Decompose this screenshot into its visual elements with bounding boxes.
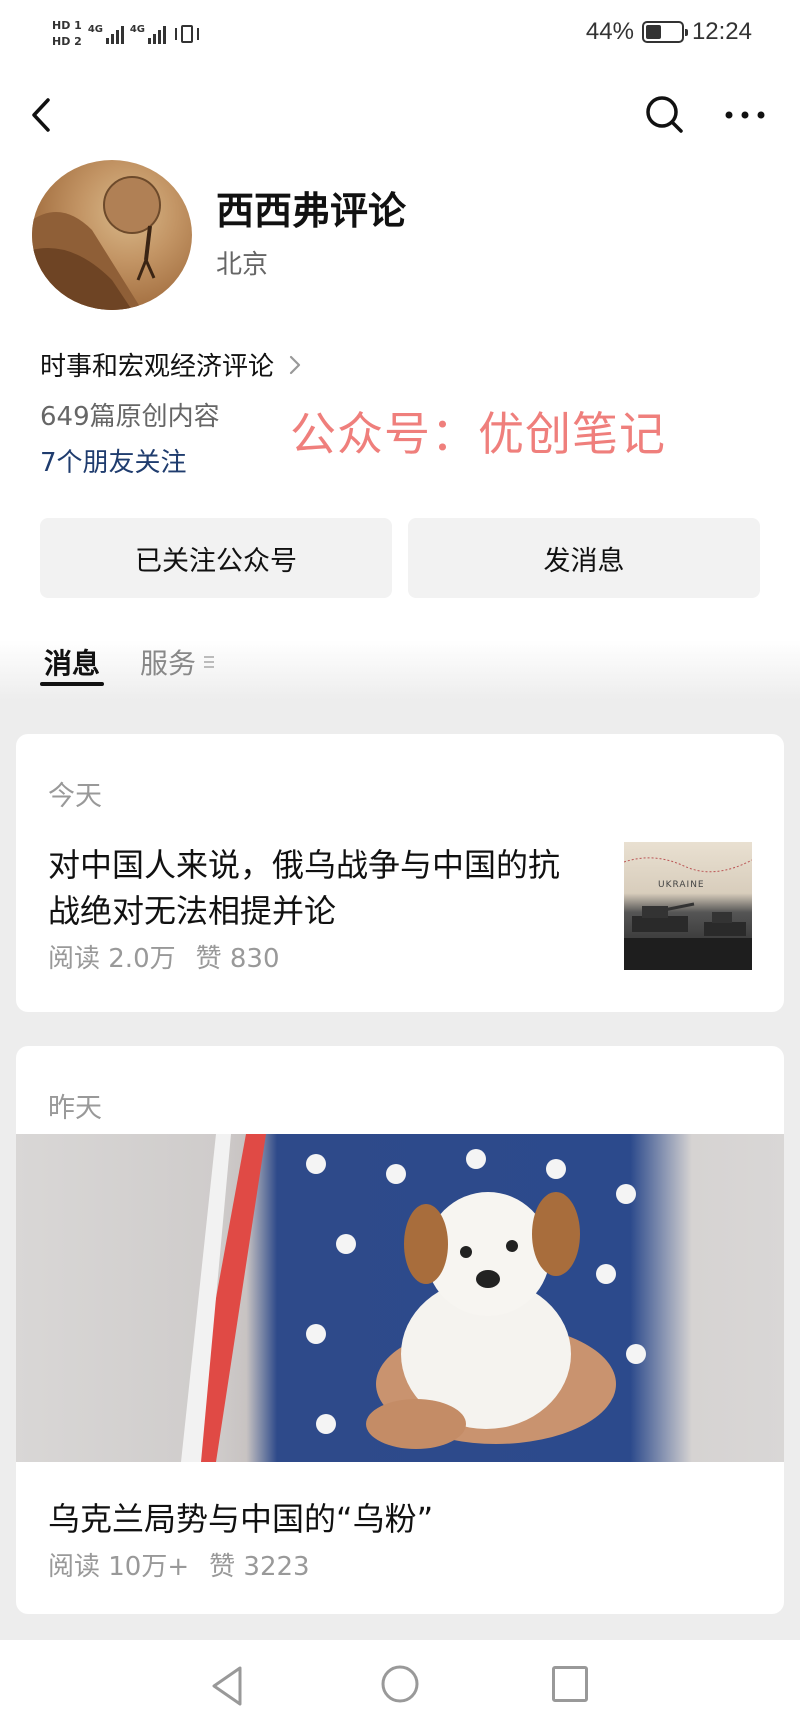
clock: 12:24	[691, 18, 752, 45]
puppy-flag-image	[181, 1134, 646, 1462]
map-label: UKRAINE	[658, 880, 705, 890]
tab-messages[interactable]: 消息	[44, 642, 100, 682]
watermark-text: 公众号：优创笔记	[290, 407, 666, 461]
date-label: 今天	[48, 781, 102, 812]
circle-home-icon	[381, 1665, 419, 1703]
chevron-left-icon	[32, 98, 50, 132]
sisyphus-image	[32, 176, 161, 310]
account-name: 西西弗评论	[216, 189, 407, 233]
more-dots-icon	[725, 111, 765, 119]
system-nav-bar	[0, 1640, 800, 1733]
article-card[interactable]: 今天 对中国人来说，俄乌战争与中国的抗战绝对无法相提并论 阅读 2.0万 赞 8…	[16, 734, 784, 1012]
hd-indicator: HD 1 HD 2	[52, 19, 82, 49]
category-link[interactable]: 时事和宏观经济评论	[40, 346, 302, 383]
like-count: 赞 830	[195, 944, 280, 974]
tab-active-indicator	[40, 682, 104, 686]
article-title[interactable]: 对中国人来说，俄乌战争与中国的抗战绝对无法相提并论	[48, 842, 588, 934]
like-count: 赞 3223	[209, 1552, 310, 1582]
network-2-label: 4G	[129, 24, 145, 35]
back-button[interactable]	[24, 90, 64, 140]
article-title[interactable]: 乌克兰局势与中国的“乌粉”	[48, 1494, 433, 1540]
battery-icon	[641, 21, 688, 43]
hd1-label: HD 1	[52, 19, 82, 32]
original-content-count: 649篇原创内容	[40, 402, 220, 432]
send-message-button[interactable]: 发消息	[408, 518, 760, 598]
more-button[interactable]	[720, 95, 770, 135]
category-label: 时事和宏观经济评论	[40, 352, 275, 382]
chevron-right-icon	[289, 355, 301, 374]
article-meta: 阅读 10万+ 赞 3223	[48, 1546, 310, 1583]
account-location: 北京	[216, 250, 269, 280]
article-meta: 阅读 2.0万 赞 830	[48, 938, 280, 975]
friends-following-link[interactable]: 7个朋友关注	[40, 442, 187, 479]
signal-1-icon: 4G	[88, 24, 124, 44]
article-cover-image[interactable]	[16, 1134, 784, 1462]
tab-services-label: 服务	[140, 647, 197, 680]
article-card[interactable]: 昨天 乌克兰局势与中国的“乌粉” 阅读 10万+ 赞 3223	[16, 1046, 784, 1614]
nav-home-button[interactable]	[380, 1664, 420, 1704]
avatar[interactable]	[32, 160, 192, 310]
status-right: 44% 12:24	[586, 18, 752, 46]
date-label: 昨天	[48, 1093, 102, 1124]
nav-back-button[interactable]	[208, 1664, 248, 1708]
network-1-label: 4G	[87, 24, 103, 35]
menu-lines-icon	[204, 656, 215, 668]
article-thumbnail[interactable]: UKRAINE	[624, 842, 752, 970]
status-bar: HD 1 HD 2 4G 4G 44% 12:24	[0, 0, 800, 64]
status-indicators: HD 1 HD 2 4G 4G	[52, 14, 202, 54]
read-count: 阅读 10万+	[48, 1552, 190, 1582]
tanks-map-image	[624, 857, 752, 970]
read-count: 阅读 2.0万	[48, 944, 176, 974]
search-button[interactable]	[640, 90, 690, 140]
tab-services[interactable]: 服务	[140, 642, 215, 682]
battery-fill	[645, 25, 661, 39]
search-icon	[646, 96, 683, 133]
triangle-back-icon	[212, 1666, 242, 1706]
signal-2-icon: 4G	[130, 24, 166, 44]
nav-recent-apps-button[interactable]	[552, 1666, 588, 1702]
followed-button[interactable]: 已关注公众号	[40, 518, 392, 598]
battery-percent: 44%	[585, 18, 634, 45]
hd2-label: HD 2	[52, 35, 82, 48]
vibrate-icon	[172, 23, 202, 45]
